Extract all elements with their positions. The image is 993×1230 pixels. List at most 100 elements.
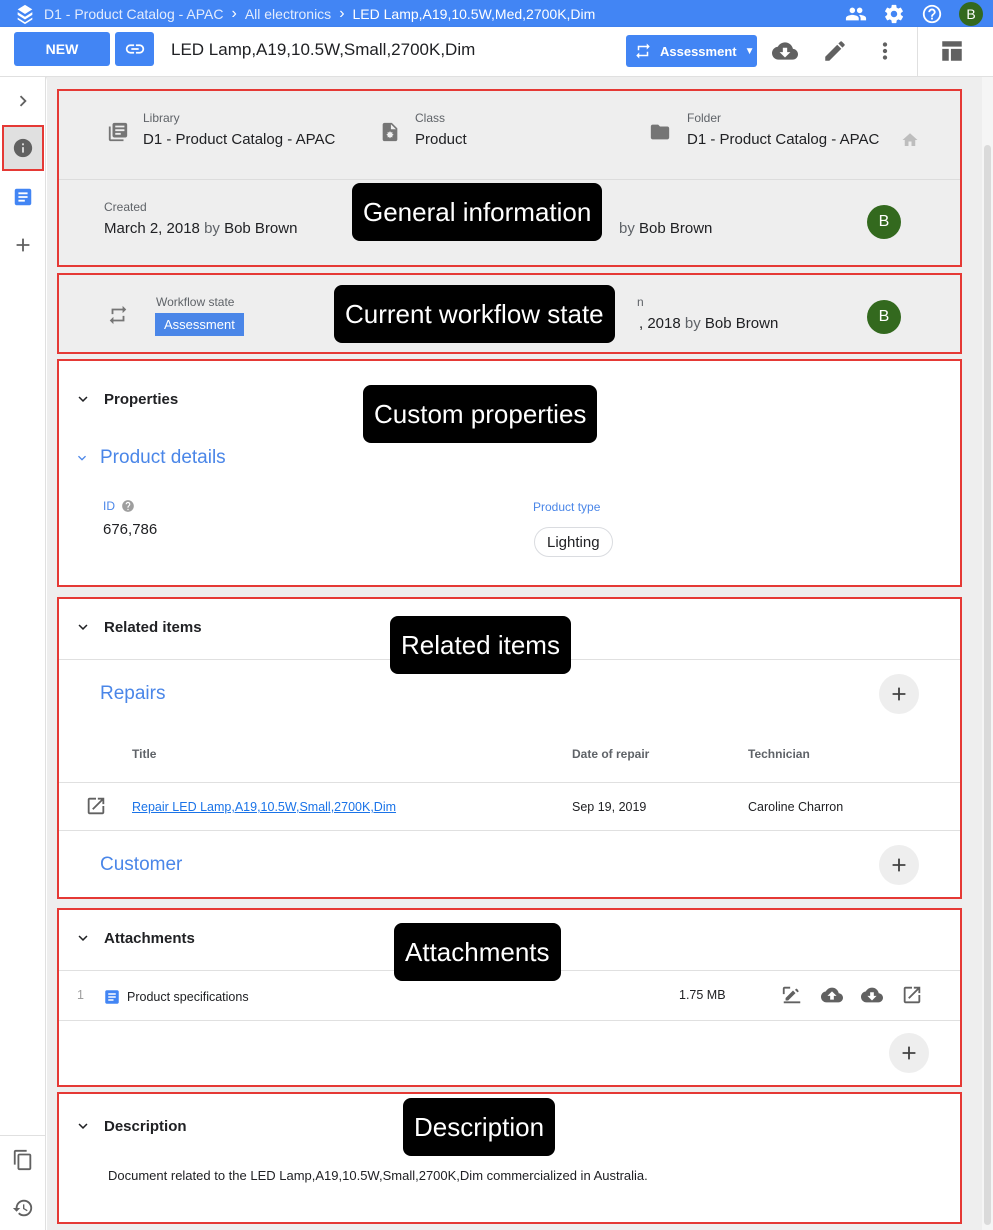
column-technician[interactable]: Technician <box>748 747 810 761</box>
general-divider <box>59 179 960 180</box>
workflow-state-label: Assessment <box>660 43 737 59</box>
document-tab[interactable] <box>10 184 36 210</box>
add-attachment-button[interactable] <box>889 1033 929 1073</box>
chevron-right-icon <box>19 95 27 107</box>
repair-date: Sep 19, 2019 <box>572 800 647 814</box>
library-label: Library <box>143 111 180 125</box>
library-value[interactable]: D1 - Product Catalog - APAC <box>143 131 335 148</box>
description-text: Document related to the LED Lamp,A19,10.… <box>108 1168 648 1183</box>
chevron-down-icon <box>78 1123 88 1129</box>
product-details-heading: Product details <box>100 447 226 468</box>
plus-icon <box>16 238 30 252</box>
top-bar: D1 - Product Catalog - APAC › All electr… <box>0 0 993 27</box>
attachment-name[interactable]: Product specifications <box>127 990 249 1004</box>
annotation-attachments: Attachments <box>394 923 561 981</box>
more-options-button[interactable] <box>872 38 898 64</box>
cloud-upload-icon[interactable] <box>821 984 843 1006</box>
workflow-by-text: by <box>684 315 701 332</box>
chevron-down-icon <box>78 396 88 402</box>
more-vert-icon <box>882 42 888 60</box>
repair-technician: Caroline Charron <box>748 800 844 814</box>
related-items-heading: Related items <box>104 618 202 636</box>
table-row-divider <box>59 830 960 831</box>
cloud-download-icon <box>772 42 798 60</box>
add-repair-button[interactable] <box>879 674 919 714</box>
workflow-date-label: n <box>637 295 644 309</box>
class-value: Product <box>415 131 467 148</box>
plus-icon <box>902 1046 916 1060</box>
help-icon[interactable] <box>921 3 943 25</box>
copy-button[interactable] <box>10 1147 36 1173</box>
id-label: ID <box>103 499 135 513</box>
history-button[interactable] <box>10 1195 36 1221</box>
pencil-icon <box>825 41 845 61</box>
related-items-header[interactable]: Related items <box>74 618 202 636</box>
owner-avatar[interactable]: B <box>867 205 901 239</box>
workflow-state-dropdown[interactable]: Assessment ▼ <box>626 35 757 67</box>
open-external-icon[interactable] <box>85 795 107 817</box>
attachments-heading: Attachments <box>104 929 195 947</box>
left-sidebar <box>0 77 46 1230</box>
folder-value[interactable]: D1 - Product Catalog - APAC <box>687 131 879 148</box>
scrollbar[interactable] <box>982 77 993 1230</box>
workflow-state-label: Workflow state <box>156 295 235 309</box>
document-toolbar: NEW LED Lamp,A19,10.5W,Small,2700K,Dim A… <box>0 27 993 77</box>
id-label-text: ID <box>103 499 115 513</box>
help-circle-icon[interactable] <box>121 499 135 513</box>
cloud-download-icon[interactable] <box>861 984 883 1006</box>
customer-heading: Customer <box>100 854 183 875</box>
link-icon <box>125 44 144 54</box>
app-logo-icon[interactable] <box>14 3 36 25</box>
breadcrumb-folder[interactable]: All electronics <box>245 6 331 22</box>
created-date: March 2, 2018 <box>104 220 200 237</box>
document-title: LED Lamp,A19,10.5W,Small,2700K,Dim <box>171 40 476 59</box>
home-icon[interactable] <box>901 131 919 149</box>
properties-heading: Properties <box>104 390 179 408</box>
workflow-avatar[interactable]: B <box>867 300 901 334</box>
info-icon <box>13 138 33 158</box>
column-title[interactable]: Title <box>132 747 156 761</box>
annotation-general-information: General information <box>352 183 603 241</box>
breadcrumb-library[interactable]: D1 - Product Catalog - APAC <box>44 6 223 22</box>
document-icon <box>14 188 32 206</box>
info-tab[interactable] <box>2 125 44 171</box>
annotation-custom-properties: Custom properties <box>363 385 598 443</box>
plus-icon <box>892 858 906 872</box>
user-avatar[interactable]: B <box>959 2 983 26</box>
workflow-date: , 2018 <box>639 315 681 332</box>
add-customer-button[interactable] <box>879 845 919 885</box>
attachment-size: 1.75 MB <box>679 988 726 1002</box>
open-external-icon[interactable] <box>901 984 923 1006</box>
annotation-related-items: Related items <box>390 616 571 674</box>
history-icon <box>12 1199 33 1217</box>
gear-icon[interactable] <box>883 3 905 25</box>
attachments-header[interactable]: Attachments <box>74 929 195 947</box>
chevron-down-icon <box>78 935 88 941</box>
breadcrumb-separator-icon: › <box>231 4 237 22</box>
workflow-user: Bob Brown <box>704 315 779 332</box>
workflow-sync-icon <box>636 43 650 59</box>
product-details-header[interactable]: Product details <box>74 447 226 469</box>
expand-sidebar-button[interactable] <box>10 88 36 114</box>
people-icon[interactable] <box>845 3 867 25</box>
repair-title-link[interactable]: Repair LED Lamp,A19,10.5W,Small,2700K,Di… <box>132 800 396 814</box>
download-button[interactable] <box>772 38 798 64</box>
product-type-label: Product type <box>533 500 601 514</box>
breadcrumb-separator-icon: › <box>339 4 345 22</box>
top-bar-actions: B <box>845 2 983 26</box>
scrollbar-thumb[interactable] <box>984 145 991 1225</box>
column-date-of-repair[interactable]: Date of repair <box>572 747 649 761</box>
properties-header[interactable]: Properties <box>74 390 178 408</box>
new-button[interactable]: NEW <box>14 32 110 66</box>
product-type-chip: Lighting <box>534 527 613 557</box>
edit-button[interactable] <box>822 38 848 64</box>
add-tab-button[interactable] <box>10 232 36 258</box>
description-header[interactable]: Description <box>74 1117 187 1135</box>
layout-toggle-button[interactable] <box>939 38 965 64</box>
annotation-workflow-state: Current workflow state <box>334 285 615 343</box>
folder-icon <box>649 121 671 143</box>
edit-attachment-icon[interactable] <box>781 984 803 1006</box>
toolbar-divider <box>917 27 918 77</box>
main-content: Library D1 - Product Catalog - APAC Clas… <box>47 77 982 1230</box>
copy-link-button[interactable] <box>115 32 154 66</box>
